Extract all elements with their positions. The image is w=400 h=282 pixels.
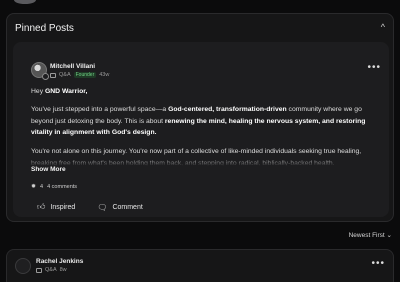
- more-options-icon[interactable]: •••: [367, 62, 381, 73]
- qa-icon: [50, 72, 56, 78]
- inspired-button[interactable]: 👍︎ Inspired: [37, 202, 75, 212]
- founder-badge: Founder: [73, 72, 97, 78]
- sort-dropdown[interactable]: Newest First ⌄: [349, 231, 392, 239]
- pinned-post[interactable]: Mitchell Villani Q&A Founder 43w ••• Hey…: [13, 42, 389, 217]
- more-options-icon[interactable]: •••: [371, 258, 385, 269]
- comment-button[interactable]: 🗨︎ Comment: [97, 202, 143, 212]
- post-greeting: Hey GND Warrior,: [31, 88, 88, 95]
- reaction-icon: ✹: [31, 184, 37, 190]
- qa-icon: [36, 267, 42, 273]
- thumbs-up-icon: 👍︎: [37, 202, 46, 211]
- post-paragraph-2: You're not alone on this journey. You're…: [31, 148, 362, 166]
- pinned-posts-title: Pinned Posts: [15, 23, 74, 34]
- post-meta: Q&A Founder 43w: [50, 72, 109, 78]
- comment-icon: 🗨︎: [97, 202, 108, 212]
- reactions-count: 4: [40, 183, 44, 190]
- avatar-partial: [14, 0, 36, 4]
- chevron-down-icon: ⌄: [386, 232, 392, 239]
- pinned-posts-panel: Pinned Posts ^ Mitchell Villani Q&A Foun…: [6, 13, 394, 222]
- inspired-label: Inspired: [50, 203, 76, 211]
- post-paragraph-1: You've just stepped into a powerful spac…: [31, 106, 366, 136]
- post-age: 43w: [99, 72, 110, 78]
- sort-label: Newest First: [348, 232, 385, 239]
- collapse-icon[interactable]: ^: [381, 22, 385, 32]
- post-category[interactable]: Q&A: [59, 72, 71, 78]
- reactions-summary[interactable]: ✹ 4 4 comments: [31, 183, 77, 191]
- author-name[interactable]: Rachel Jenkins: [36, 258, 83, 265]
- post-meta: Q&A 8w: [36, 267, 67, 273]
- show-more-link[interactable]: Show More: [31, 166, 66, 173]
- post-age: 8w: [59, 267, 67, 273]
- post-category[interactable]: Q&A: [45, 267, 57, 273]
- comments-count[interactable]: 4 comments: [47, 184, 77, 190]
- avatar[interactable]: [15, 258, 31, 274]
- author-name[interactable]: Mitchell Villani: [50, 63, 95, 70]
- post-card[interactable]: Rachel Jenkins Q&A 8w •••: [6, 249, 394, 282]
- post-actions: 👍︎ Inspired 🗨︎ Comment: [37, 202, 143, 212]
- comment-label: Comment: [112, 203, 143, 211]
- avatar-badge-icon: [42, 73, 49, 80]
